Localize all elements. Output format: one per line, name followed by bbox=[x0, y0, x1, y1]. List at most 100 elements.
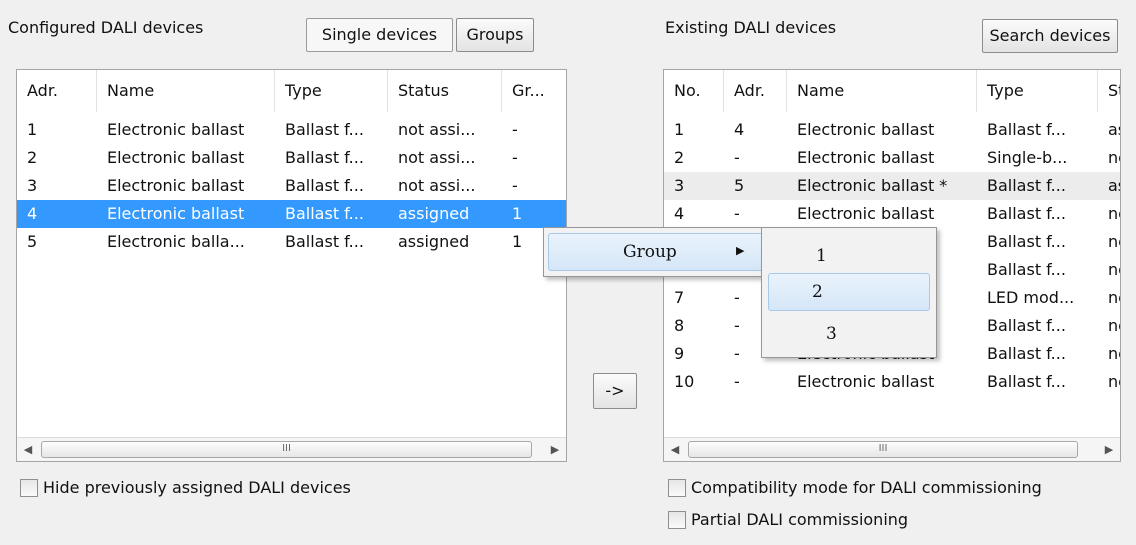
table-cell: Ballast f... bbox=[285, 232, 364, 251]
scroll-left-icon[interactable]: ◀ bbox=[664, 438, 686, 461]
table-cell: 4 bbox=[674, 204, 685, 223]
table-cell: Electronic ballast bbox=[107, 120, 245, 139]
scroll-right-icon[interactable]: ▶ bbox=[544, 438, 566, 461]
column-header-status[interactable]: Status bbox=[388, 70, 502, 112]
partial-commissioning-label: Partial DALI commissioning bbox=[691, 510, 909, 529]
table-row[interactable]: 4 Electronic ballast Ballast f... assigned 1 bbox=[17, 200, 566, 228]
groups-button[interactable]: Groups bbox=[456, 18, 534, 52]
table-cell: Ballast f... bbox=[987, 316, 1066, 335]
table-cell: Ballast f... bbox=[987, 260, 1066, 279]
table-cell: Electronic ballast bbox=[797, 148, 935, 167]
table-row[interactable]: 10 - Electronic ballast Ballast f... nc bbox=[664, 368, 1120, 396]
table-row[interactable]: 1 Electronic ballast Ballast f... not assi.… bbox=[17, 116, 566, 144]
table-cell: Electronic ballast bbox=[797, 120, 935, 139]
table-cell: 5 bbox=[734, 176, 745, 195]
table-cell: - bbox=[734, 372, 740, 391]
table-cell: - bbox=[512, 148, 518, 167]
list-header: No. Adr. Name Type St bbox=[664, 70, 1120, 112]
table-cell: 2 bbox=[674, 148, 685, 167]
table-cell: 2 bbox=[27, 148, 38, 167]
search-devices-button[interactable]: Search devices bbox=[982, 19, 1118, 53]
table-row[interactable]: 2 - Electronic ballast Single-b... nc bbox=[664, 144, 1120, 172]
table-cell: 3 bbox=[27, 176, 38, 195]
table-cell: nc bbox=[1108, 344, 1120, 363]
table-row[interactable]: 3 5 Electronic ballast * Ballast f... as bbox=[664, 172, 1120, 200]
table-cell: not assi... bbox=[398, 120, 476, 139]
table-row[interactable]: 2 Electronic ballast Ballast f... not assi.… bbox=[17, 144, 566, 172]
submenu-item-1[interactable]: 1 bbox=[816, 246, 827, 266]
table-cell: 10 bbox=[674, 372, 695, 391]
table-cell: Electronic ballast bbox=[107, 176, 245, 195]
column-header-group[interactable]: Gr... bbox=[502, 70, 566, 112]
partial-commissioning-checkbox[interactable] bbox=[668, 511, 686, 529]
scroll-right-icon[interactable]: ▶ bbox=[1098, 438, 1120, 461]
table-cell: assigned bbox=[398, 232, 470, 251]
table-cell: nc bbox=[1108, 232, 1120, 251]
group-submenu: 1 2 3 bbox=[761, 227, 937, 358]
table-cell: as bbox=[1108, 120, 1120, 139]
table-cell: Ballast f... bbox=[987, 372, 1066, 391]
submenu-item-3[interactable]: 3 bbox=[826, 324, 837, 344]
column-header-name[interactable]: Name bbox=[97, 70, 275, 112]
table-cell: 1 bbox=[674, 120, 685, 139]
column-header-adr[interactable]: Adr. bbox=[724, 70, 787, 112]
table-row[interactable]: 5 Electronic balla... Ballast f... assigned… bbox=[17, 228, 566, 256]
table-cell: nc bbox=[1108, 288, 1120, 307]
table-cell: 7 bbox=[674, 288, 685, 307]
table-cell: Ballast f... bbox=[285, 120, 364, 139]
compatibility-mode-label: Compatibility mode for DALI commissionin… bbox=[691, 478, 1042, 497]
column-header-type[interactable]: Type bbox=[977, 70, 1098, 112]
table-row[interactable]: 4 - Electronic ballast Ballast f... nc bbox=[664, 200, 1120, 228]
table-cell: - bbox=[734, 204, 740, 223]
column-header-name[interactable]: Name bbox=[787, 70, 977, 112]
hide-assigned-checkbox[interactable] bbox=[20, 479, 38, 497]
column-header-adr[interactable]: Adr. bbox=[17, 70, 97, 112]
compatibility-mode-checkbox[interactable] bbox=[668, 479, 686, 497]
single-devices-button[interactable]: Single devices bbox=[306, 18, 453, 52]
scrollbar-thumb[interactable]: III bbox=[688, 441, 1078, 458]
table-cell: 8 bbox=[674, 316, 685, 335]
table-cell: nc bbox=[1108, 372, 1120, 391]
table-cell: Ballast f... bbox=[987, 204, 1066, 223]
context-menu: Group ▶ bbox=[543, 227, 772, 277]
configured-devices-title: Configured DALI devices bbox=[8, 18, 204, 37]
table-cell: - bbox=[734, 148, 740, 167]
hide-assigned-label: Hide previously assigned DALI devices bbox=[43, 478, 351, 497]
column-header-status[interactable]: St bbox=[1098, 70, 1120, 112]
table-cell: Ballast f... bbox=[285, 176, 364, 195]
table-cell: not assi... bbox=[398, 148, 476, 167]
table-row[interactable]: 3 Electronic ballast Ballast f... not assi.… bbox=[17, 172, 566, 200]
horizontal-scrollbar[interactable]: ◀ III ▶ bbox=[17, 437, 566, 461]
table-row[interactable]: 1 4 Electronic ballast Ballast f... as bbox=[664, 116, 1120, 144]
table-cell: LED mod... bbox=[987, 288, 1075, 307]
table-cell: - bbox=[512, 120, 518, 139]
table-cell: Electronic ballast bbox=[107, 148, 245, 167]
menu-item-group-label: Group bbox=[623, 242, 677, 262]
table-cell: Ballast f... bbox=[987, 120, 1066, 139]
table-cell: Ballast f... bbox=[987, 344, 1066, 363]
transfer-button[interactable]: -> bbox=[593, 373, 637, 409]
table-cell: 9 bbox=[674, 344, 685, 363]
configured-devices-list[interactable]: Adr. Name Type Status Gr... 1 Electronic … bbox=[16, 69, 567, 462]
table-cell: Electronic ballast bbox=[797, 204, 935, 223]
table-cell: not assi... bbox=[398, 176, 476, 195]
horizontal-scrollbar[interactable]: ◀ III ▶ bbox=[664, 437, 1120, 461]
scrollbar-thumb[interactable]: III bbox=[41, 441, 532, 458]
submenu-item-2[interactable]: 2 bbox=[812, 282, 823, 302]
table-cell: Single-b... bbox=[987, 148, 1068, 167]
table-cell: 1 bbox=[27, 120, 38, 139]
table-cell: 1 bbox=[512, 204, 523, 223]
table-cell: Electronic ballast * bbox=[797, 176, 948, 195]
table-cell: 4 bbox=[734, 120, 745, 139]
table-cell: Ballast f... bbox=[987, 232, 1066, 251]
table-cell: - bbox=[512, 176, 518, 195]
scroll-left-icon[interactable]: ◀ bbox=[17, 438, 39, 461]
table-cell: Ballast f... bbox=[987, 176, 1066, 195]
table-cell: 4 bbox=[27, 204, 38, 223]
table-cell: nc bbox=[1108, 148, 1120, 167]
column-header-no[interactable]: No. bbox=[664, 70, 724, 112]
submenu-item-2-highlight[interactable] bbox=[768, 273, 930, 311]
column-header-type[interactable]: Type bbox=[275, 70, 388, 112]
table-cell: 5 bbox=[27, 232, 38, 251]
table-cell: Electronic ballast bbox=[797, 372, 935, 391]
